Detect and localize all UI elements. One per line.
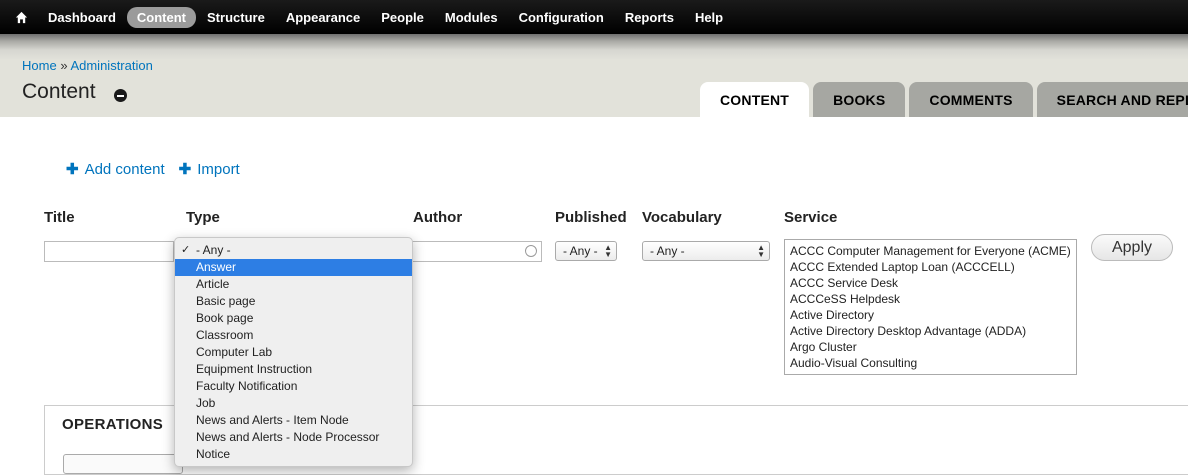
vocabulary-filter-label: Vocabulary [642, 209, 722, 226]
vocabulary-select-value: - Any - [650, 244, 685, 258]
toolbar-structure[interactable]: Structure [197, 7, 275, 28]
type-option[interactable]: Basic page [175, 293, 412, 310]
type-option[interactable]: ✓ - Any - [175, 242, 412, 259]
breadcrumb-home[interactable]: Home [22, 58, 57, 73]
toolbar-configuration[interactable]: Configuration [509, 7, 614, 28]
type-option-label: - Any - [196, 243, 231, 257]
breadcrumb: Home » Administration [22, 58, 153, 73]
type-option[interactable]: Job [175, 395, 412, 412]
tab-search-and-replace[interactable]: SEARCH AND REPLA [1036, 82, 1188, 117]
remove-shortcut-icon[interactable] [114, 89, 127, 102]
type-option[interactable]: Book page [175, 310, 412, 327]
type-option[interactable]: Equipment Instruction [175, 361, 412, 378]
type-option[interactable]: News and Alerts - Node Processor [175, 429, 412, 446]
action-links: ✚ Add content ✚ Import [66, 160, 254, 179]
type-filter-label: Type [186, 209, 220, 226]
add-content-link[interactable]: ✚ Add content [66, 160, 165, 179]
breadcrumb-administration[interactable]: Administration [70, 58, 152, 73]
home-icon[interactable] [0, 0, 38, 34]
author-filter-label: Author [413, 209, 463, 226]
title-input[interactable] [44, 241, 174, 262]
vocabulary-select[interactable]: - Any - ▲ ▼ [642, 241, 770, 261]
admin-toolbar: Dashboard Content Structure Appearance P… [0, 0, 1188, 34]
breadcrumb-separator: » [60, 58, 68, 73]
operations-title: OPERATIONS [62, 416, 164, 433]
page-title: Content [22, 80, 96, 103]
autocomplete-throbber-icon [525, 245, 537, 257]
service-option[interactable]: Active Directory Desktop Advantage (ADDA… [790, 323, 1071, 339]
add-content-label: Add content [84, 160, 165, 178]
apply-button[interactable]: Apply [1091, 234, 1173, 261]
service-option[interactable]: Active Directory [790, 307, 1071, 323]
service-option[interactable]: ACCC Service Desk [790, 275, 1071, 291]
service-option[interactable]: ACCC Extended Laptop Loan (ACCCELL) [790, 259, 1071, 275]
checkmark-icon: ✓ [181, 244, 191, 256]
service-option[interactable]: Argo Cluster [790, 339, 1071, 355]
plus-icon: ✚ [178, 161, 192, 178]
type-option[interactable]: Classroom [175, 327, 412, 344]
title-filter-label: Title [44, 209, 75, 226]
toolbar-reports[interactable]: Reports [615, 7, 684, 28]
type-option[interactable]: Notice [175, 446, 412, 463]
tab-books[interactable]: BOOKS [813, 82, 906, 117]
tab-content[interactable]: CONTENT [700, 82, 810, 117]
toolbar-appearance[interactable]: Appearance [276, 7, 370, 28]
toolbar-dashboard[interactable]: Dashboard [38, 7, 126, 28]
toolbar-modules[interactable]: Modules [435, 7, 508, 28]
tab-comments[interactable]: COMMENTS [909, 82, 1033, 117]
service-option[interactable]: ACCC Computer Management for Everyone (A… [790, 243, 1071, 259]
published-select[interactable]: - Any - ▲ ▼ [555, 241, 617, 261]
toolbar-help[interactable]: Help [685, 7, 733, 28]
type-dropdown[interactable]: ✓ - Any - Answer Article Basic page Book… [174, 237, 413, 467]
operations-select[interactable] [63, 454, 183, 474]
type-option[interactable]: Article [175, 276, 412, 293]
type-option[interactable]: Computer Lab [175, 344, 412, 361]
import-link[interactable]: ✚ Import [178, 160, 240, 179]
published-select-value: - Any - [563, 244, 598, 258]
select-arrows-icon: ▲ ▼ [757, 243, 765, 259]
plus-icon: ✚ [66, 161, 79, 178]
service-listbox[interactable]: ACCC Computer Management for Everyone (A… [784, 239, 1077, 375]
import-label: Import [197, 160, 240, 178]
author-input[interactable] [408, 241, 542, 262]
toolbar-content[interactable]: Content [126, 6, 197, 28]
type-option[interactable]: News and Alerts - Item Node [175, 412, 412, 429]
primary-tabs: CONTENT BOOKS COMMENTS SEARCH AND REPLA [700, 82, 1188, 117]
toolbar-people[interactable]: People [371, 7, 434, 28]
service-filter-label: Service [784, 209, 838, 226]
service-option[interactable]: ACCCeSS Helpdesk [790, 291, 1071, 307]
type-option[interactable]: Faculty Notification [175, 378, 412, 395]
published-filter-label: Published [555, 209, 627, 226]
type-option[interactable]: Answer [175, 259, 412, 276]
service-option[interactable]: Audio-Visual Consulting [790, 355, 1071, 371]
select-arrows-icon: ▲ ▼ [604, 243, 612, 259]
